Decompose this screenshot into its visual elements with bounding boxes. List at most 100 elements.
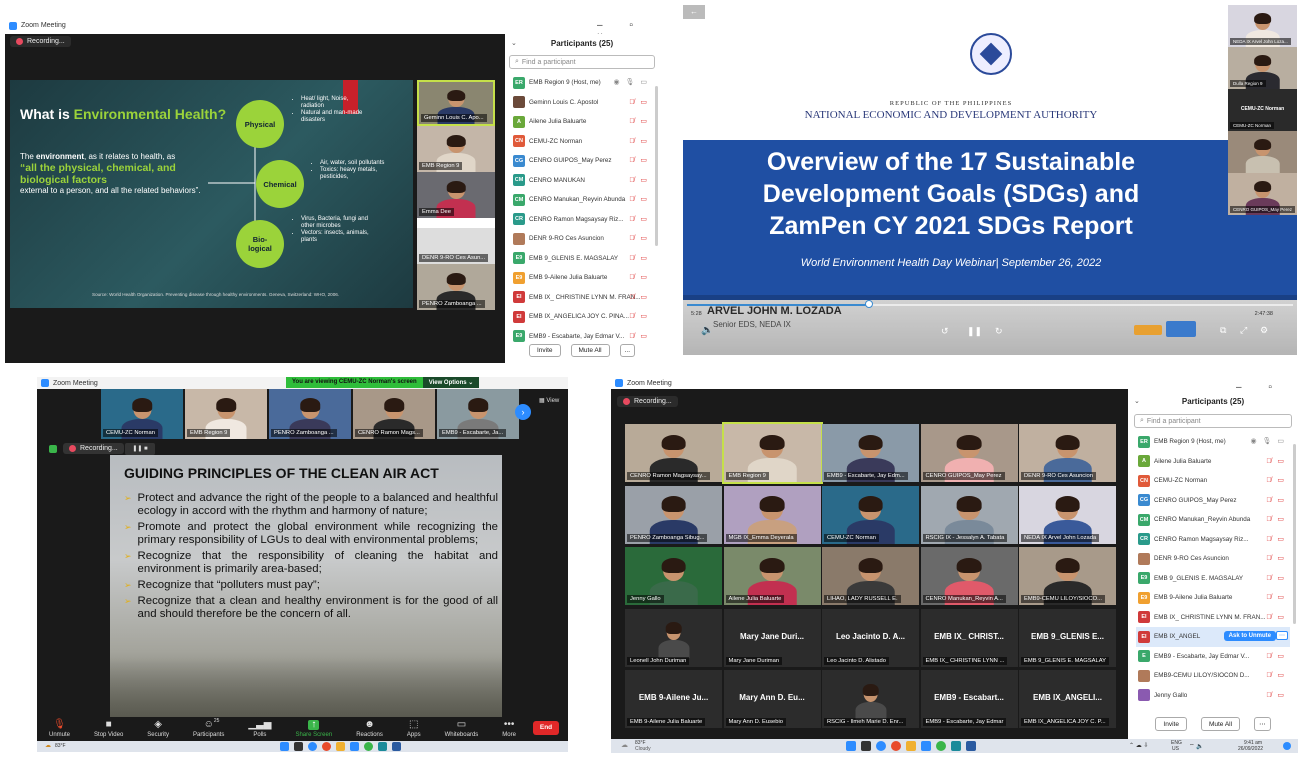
participant-row[interactable]: CR CENRO Ramon Magsaysay Riz... 🎙̸ ▭ xyxy=(511,210,653,230)
toolbar-stop-video-button[interactable]: ■ Stop Video xyxy=(94,720,123,739)
video-tile[interactable]: Leonell John Duriman xyxy=(625,608,722,667)
mic-video-status-icons[interactable]: 🎙̸ ▭ xyxy=(1266,652,1286,660)
video-thumb[interactable]: EMB Region 9 xyxy=(417,126,495,172)
participant-row[interactable]: EIEMB IX_ANGEL🎙̸ ▭Ask to Unmute⋯ xyxy=(1136,627,1290,647)
taskbar-app-icon[interactable] xyxy=(392,742,401,751)
mic-video-status-icons[interactable]: 🎙̸ ▭ xyxy=(1266,554,1286,562)
video-thumb[interactable]: PENRO Zamboanga ... xyxy=(269,389,351,439)
video-tile[interactable]: MGB IX_Emma Deyerala xyxy=(723,485,821,544)
toolbar-apps-button[interactable]: ⬚ Apps xyxy=(407,720,421,739)
mic-video-status-icons[interactable]: 🎙̸ ▭ xyxy=(1266,574,1286,582)
video-tile[interactable]: EMB9 - Escabarte, Jay Edm... xyxy=(822,424,919,482)
toolbar-whiteboards-button[interactable]: ▭ Whiteboards xyxy=(445,720,479,739)
video-tile[interactable]: NEDA IX Arvel John Lozada xyxy=(1019,485,1116,544)
taskbar-app-icon[interactable] xyxy=(350,742,359,751)
toolbar-polls-button[interactable]: ▁▃▅ Polls xyxy=(248,720,271,739)
video-thumb[interactable]: NEDA IX Arvel John Loza... xyxy=(1228,5,1297,47)
taskbar-app-icon[interactable] xyxy=(921,741,931,751)
mic-video-status-icons[interactable]: 🎙̸ ▭ xyxy=(1266,457,1286,465)
participant-row[interactable]: DENR 9-RO Ces Asuncion 🎙̸ ▭ xyxy=(1136,549,1290,569)
taskbar-app-icon[interactable] xyxy=(861,741,871,751)
notification-badge[interactable] xyxy=(1283,742,1291,750)
participant-row[interactable]: CM CENRO Manukan_Reyvin Abunda 🎙̸ ▭ xyxy=(1136,510,1290,530)
mic-video-status-icons[interactable]: 🎙̸ ▭ xyxy=(629,137,649,145)
participant-row[interactable]: Geminn Louis C. Apostol 🎙̸ ▭ xyxy=(511,93,653,113)
taskbar-app-icon[interactable] xyxy=(876,741,886,751)
participant-row[interactable]: Jenny Gallo 🎙̸ ▭ xyxy=(1136,686,1290,706)
pause-icon[interactable]: ❚❚ xyxy=(967,326,982,337)
mic-video-status-icons[interactable]: 🎙̸ ▭ xyxy=(1266,613,1286,621)
video-tile[interactable]: RSCIG - Ilmeh Marie D. Enr... xyxy=(822,670,919,728)
participant-row[interactable]: CR CENRO Ramon Magsaysay Riz... 🎙̸ ▭ xyxy=(1136,530,1290,550)
video-tile[interactable]: EMB9-CEMU LILOY/SIOCO... xyxy=(1019,547,1116,605)
mic-video-status-icons[interactable]: 🎙̸ ▭ xyxy=(1266,476,1286,484)
mic-video-status-icons[interactable]: 🎙̸ ▭ xyxy=(629,176,649,184)
mic-video-status-icons[interactable]: 🎙̸ ▭ xyxy=(1266,691,1286,699)
taskbar-app-icon[interactable] xyxy=(336,742,345,751)
participant-row[interactable]: CM CENRO Manukan_Reyvin Abunda 🎙̸ ▭ xyxy=(511,190,653,210)
mic-video-status-icons[interactable]: 🎙̸ ▭ xyxy=(629,293,649,301)
collapse-chevron-icon[interactable]: ⌄ xyxy=(1134,397,1140,405)
participant-row[interactable]: CN CEMU-ZC Norman 🎙̸ ▭ xyxy=(1136,471,1290,491)
taskbar-app-icon[interactable] xyxy=(906,741,916,751)
participant-row[interactable]: ER EMB Region 9 (Host, me) ◉ 🎙 ▭ xyxy=(511,73,653,93)
participant-row[interactable]: CG CENRO GUIPOS_May Perez 🎙̸ ▭ xyxy=(511,151,653,171)
video-thumb[interactable]: EMB Region 9 xyxy=(185,389,267,439)
mic-video-status-icons[interactable]: 🎙̸ ▭ xyxy=(629,312,649,320)
panel-scrollbar[interactable] xyxy=(655,86,658,246)
video-thumb[interactable]: CENRO GUIPOS_May Perez xyxy=(1228,173,1297,215)
fullscreen-icon[interactable]: ⤢ xyxy=(1240,325,1247,336)
video-thumb[interactable]: CEMU-ZC Norman xyxy=(101,389,183,439)
video-tile[interactable]: PENRO Zamboanga Sibug... xyxy=(625,485,722,544)
mic-video-status-icons[interactable]: 🎙̸ ▭ xyxy=(1266,593,1286,601)
participant-row[interactable]: EMB9-CEMU LILOY/SIOCON D... 🎙̸ ▭ xyxy=(1136,666,1290,686)
seek-handle[interactable] xyxy=(864,300,873,308)
panel-scrollbar[interactable] xyxy=(1293,444,1296,624)
video-tile[interactable]: Leo Jacinto D. A... Leo Jacinto D. Alista… xyxy=(822,608,919,667)
invite-button[interactable]: Invite xyxy=(1155,717,1187,731)
video-tile[interactable]: EMB9 - Escabart... EMB9 - Escabarte, Jay … xyxy=(920,670,1018,728)
q3-recording-indicator[interactable]: Recording... xyxy=(63,443,124,454)
taskbar-app-icon[interactable] xyxy=(294,742,303,751)
taskbar-app-icon[interactable] xyxy=(364,742,373,751)
participant-row[interactable]: ER EMB Region 9 (Host, me) ◉ 🎙 ▭ xyxy=(1136,432,1290,452)
mic-video-status-icons[interactable]: 🎙̸ ▭ xyxy=(629,195,649,203)
video-thumb[interactable]: CENRO Ramon Mags... xyxy=(353,389,435,439)
participant-row[interactable]: EI EMB IX_ANGELICA JOY C. PINA... 🎙̸ ▭ xyxy=(511,307,653,327)
invite-button[interactable]: Invite xyxy=(528,344,561,357)
mic-video-status-icons[interactable]: ◉ 🎙 ▭ xyxy=(1251,437,1287,445)
video-thumb[interactable]: Dulla Region 9 xyxy=(1228,47,1297,89)
video-thumb[interactable]: CEMU-ZC Norman CEMU-ZC Norman xyxy=(1228,89,1297,131)
settings-icon[interactable]: ⚙ xyxy=(1260,325,1268,336)
participant-row[interactable]: E9 EMB 9_GLENIS E. MAGSALAY 🎙̸ ▭ xyxy=(1136,569,1290,589)
video-tile[interactable]: EMB 9_GLENIS E... EMB 9_GLENIS E. MAGSALA… xyxy=(1019,608,1116,667)
video-tile[interactable]: CENRO Ramon Magsaysay... xyxy=(625,424,722,482)
view-options-button[interactable]: View Options ⌄ xyxy=(422,377,480,388)
video-tile[interactable]: Mary Jane Duri... Mary Jane Duriman xyxy=(723,608,821,667)
mic-video-status-icons[interactable]: 🎙̸ ▭ xyxy=(629,156,649,164)
next-page-icon[interactable]: › xyxy=(515,404,531,420)
taskbar-app-icon[interactable] xyxy=(308,742,317,751)
start-icon[interactable] xyxy=(280,742,289,751)
start-icon[interactable] xyxy=(846,741,856,751)
participant-row[interactable]: E EMB9 - Escabarte, Jay Edmar V... 🎙̸ ▭ xyxy=(1136,647,1290,667)
mute-all-button[interactable]: Mute All xyxy=(1200,717,1241,731)
participant-row[interactable]: CG CENRO GUIPOS_May Perez 🎙̸ ▭ xyxy=(1136,491,1290,511)
video-tile[interactable]: EMB IX_ CHRIST... EMB IX_ CHRISTINE LYNN … xyxy=(920,608,1018,667)
video-thumb[interactable]: PENRO Zamboanga ... xyxy=(417,264,495,310)
view-button[interactable]: ▦ View xyxy=(539,397,559,404)
video-tile[interactable]: CEMU-ZC Norman xyxy=(822,485,919,544)
video-tile[interactable]: Mary Ann D. Eu... Mary Ann D. Eusebio xyxy=(723,670,821,728)
taskbar-app-icon[interactable] xyxy=(951,741,961,751)
taskbar-app-icon[interactable] xyxy=(891,741,901,751)
mic-video-status-icons[interactable]: 🎙̸ ▭ xyxy=(629,234,649,242)
pause-recording-button[interactable]: ❚❚ ■ xyxy=(125,443,155,455)
network-sound-icons[interactable]: ⌔ 🔈 xyxy=(1189,742,1204,750)
mic-video-status-icons[interactable]: 🎙̸ ▭ xyxy=(1266,535,1286,543)
q4-recording-indicator[interactable]: Recording... xyxy=(617,396,678,407)
participant-row[interactable]: EI EMB IX_ CHRISTINE LYNN M. FRAN... 🎙̸ ▭ xyxy=(1136,608,1290,628)
more-options-button[interactable]: ⋯ xyxy=(1254,717,1271,731)
mic-video-status-icons[interactable]: 🎙̸ ▭ xyxy=(629,273,649,281)
mic-video-status-icons[interactable]: 🎙̸ ▭ xyxy=(629,98,649,106)
q1-recording-indicator[interactable]: Recording... xyxy=(10,36,71,47)
